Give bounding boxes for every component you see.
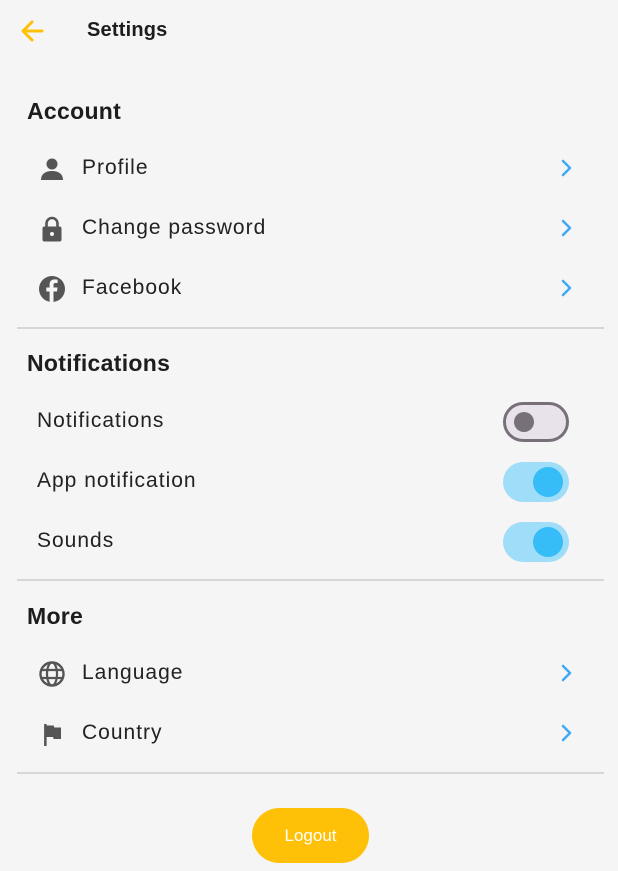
chevron-right-icon xyxy=(561,159,572,177)
settings-item-label: Change password xyxy=(82,216,267,239)
section-divider xyxy=(17,579,604,581)
settings-item-language[interactable]: Language xyxy=(28,648,588,698)
chevron-right-icon xyxy=(561,664,572,682)
logout-button[interactable]: Logout xyxy=(252,808,369,863)
section-divider xyxy=(17,772,604,774)
facebook-icon xyxy=(39,276,65,302)
page-title: Settings xyxy=(87,19,168,41)
settings-item-change-password[interactable]: Change password xyxy=(28,203,588,253)
toggle-label: Notifications xyxy=(37,409,165,432)
notifications-toggle[interactable] xyxy=(503,402,569,442)
section-title-account: Account xyxy=(27,98,122,124)
app-header: Settings xyxy=(0,0,618,64)
sounds-toggle[interactable] xyxy=(503,522,569,562)
person-icon xyxy=(41,158,63,180)
settings-item-facebook[interactable]: Facebook xyxy=(28,263,588,313)
settings-item-label: Facebook xyxy=(82,276,183,299)
section-divider xyxy=(17,327,604,329)
back-button[interactable] xyxy=(18,16,46,46)
globe-icon xyxy=(39,661,65,687)
toggle-row-notifications: Notifications xyxy=(28,396,588,446)
chevron-right-icon xyxy=(561,279,572,297)
settings-item-label: Language xyxy=(82,661,184,684)
app-notification-toggle[interactable] xyxy=(503,462,569,502)
lock-icon xyxy=(42,216,62,242)
toggle-knob xyxy=(533,527,563,557)
section-title-notifications: Notifications xyxy=(27,350,171,376)
toggle-knob xyxy=(533,467,563,497)
settings-item-label: Country xyxy=(82,721,163,744)
toggle-label: App notification xyxy=(37,469,197,492)
chevron-right-icon xyxy=(561,219,572,237)
toggle-row-sounds: Sounds xyxy=(28,516,588,566)
flag-icon xyxy=(44,724,61,746)
arrow-left-icon xyxy=(21,20,44,42)
chevron-right-icon xyxy=(561,724,572,742)
settings-item-label: Profile xyxy=(82,156,149,179)
toggle-knob xyxy=(514,412,534,432)
toggle-row-app-notification: App notification xyxy=(28,456,588,506)
toggle-label: Sounds xyxy=(37,529,115,552)
section-title-more: More xyxy=(27,603,84,629)
settings-item-country[interactable]: Country xyxy=(28,708,588,758)
settings-item-profile[interactable]: Profile xyxy=(28,143,588,193)
